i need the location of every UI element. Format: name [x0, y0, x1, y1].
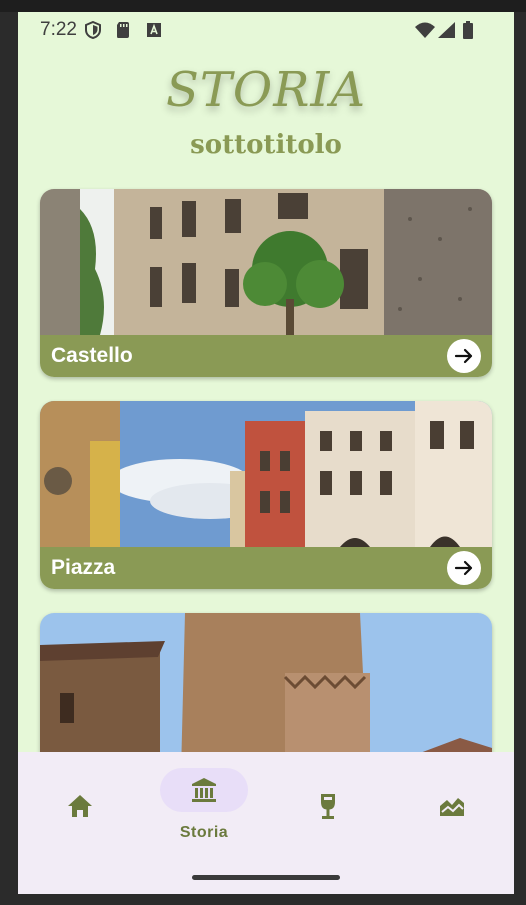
sim-card-icon: [117, 22, 129, 38]
nav-label-storia: Storia: [179, 824, 229, 841]
card-piazza[interactable]: Piazza: [40, 401, 492, 589]
status-time: 7:22: [40, 19, 77, 40]
page-subtitle: sottotitolo: [190, 130, 342, 160]
open-piazza-button[interactable]: [447, 551, 481, 585]
piazza-buildings-photo: [40, 401, 492, 547]
nav-item-paesaggio[interactable]: [390, 752, 514, 862]
card-label: Castello: [51, 344, 133, 367]
nav-item-storia[interactable]: Storia: [142, 752, 266, 862]
card-footer: Castello: [40, 335, 492, 377]
cell-signal-icon: [438, 22, 455, 38]
card-castello[interactable]: Castello: [40, 189, 492, 377]
system-top-strip: [0, 0, 526, 12]
wine-glass-icon: [321, 794, 335, 819]
home-indicator-bar[interactable]: [192, 875, 340, 880]
status-bar: 7:22: [18, 12, 514, 48]
text-a-icon: [147, 23, 161, 37]
card-footer: Piazza: [40, 547, 492, 589]
card-label: Piazza: [51, 556, 116, 579]
shield-icon: [85, 21, 101, 39]
app-screen: 7:22 STORIA sottotitolo Castello Piazza …: [18, 12, 514, 894]
wifi-icon: [415, 22, 435, 38]
home-icon: [68, 795, 92, 817]
nav-item-home[interactable]: [18, 752, 142, 862]
bottom-navigation: Storia: [18, 752, 514, 894]
arrow-right-icon: [454, 560, 473, 576]
open-castello-button[interactable]: [447, 339, 481, 373]
landscape-icon: [440, 798, 464, 816]
battery-icon: [463, 21, 473, 39]
castle-street-photo: [40, 189, 492, 335]
arrow-right-icon: [454, 348, 473, 364]
page-title: STORIA: [165, 62, 366, 118]
museum-icon: [192, 778, 216, 802]
nav-item-vino[interactable]: [266, 752, 390, 862]
